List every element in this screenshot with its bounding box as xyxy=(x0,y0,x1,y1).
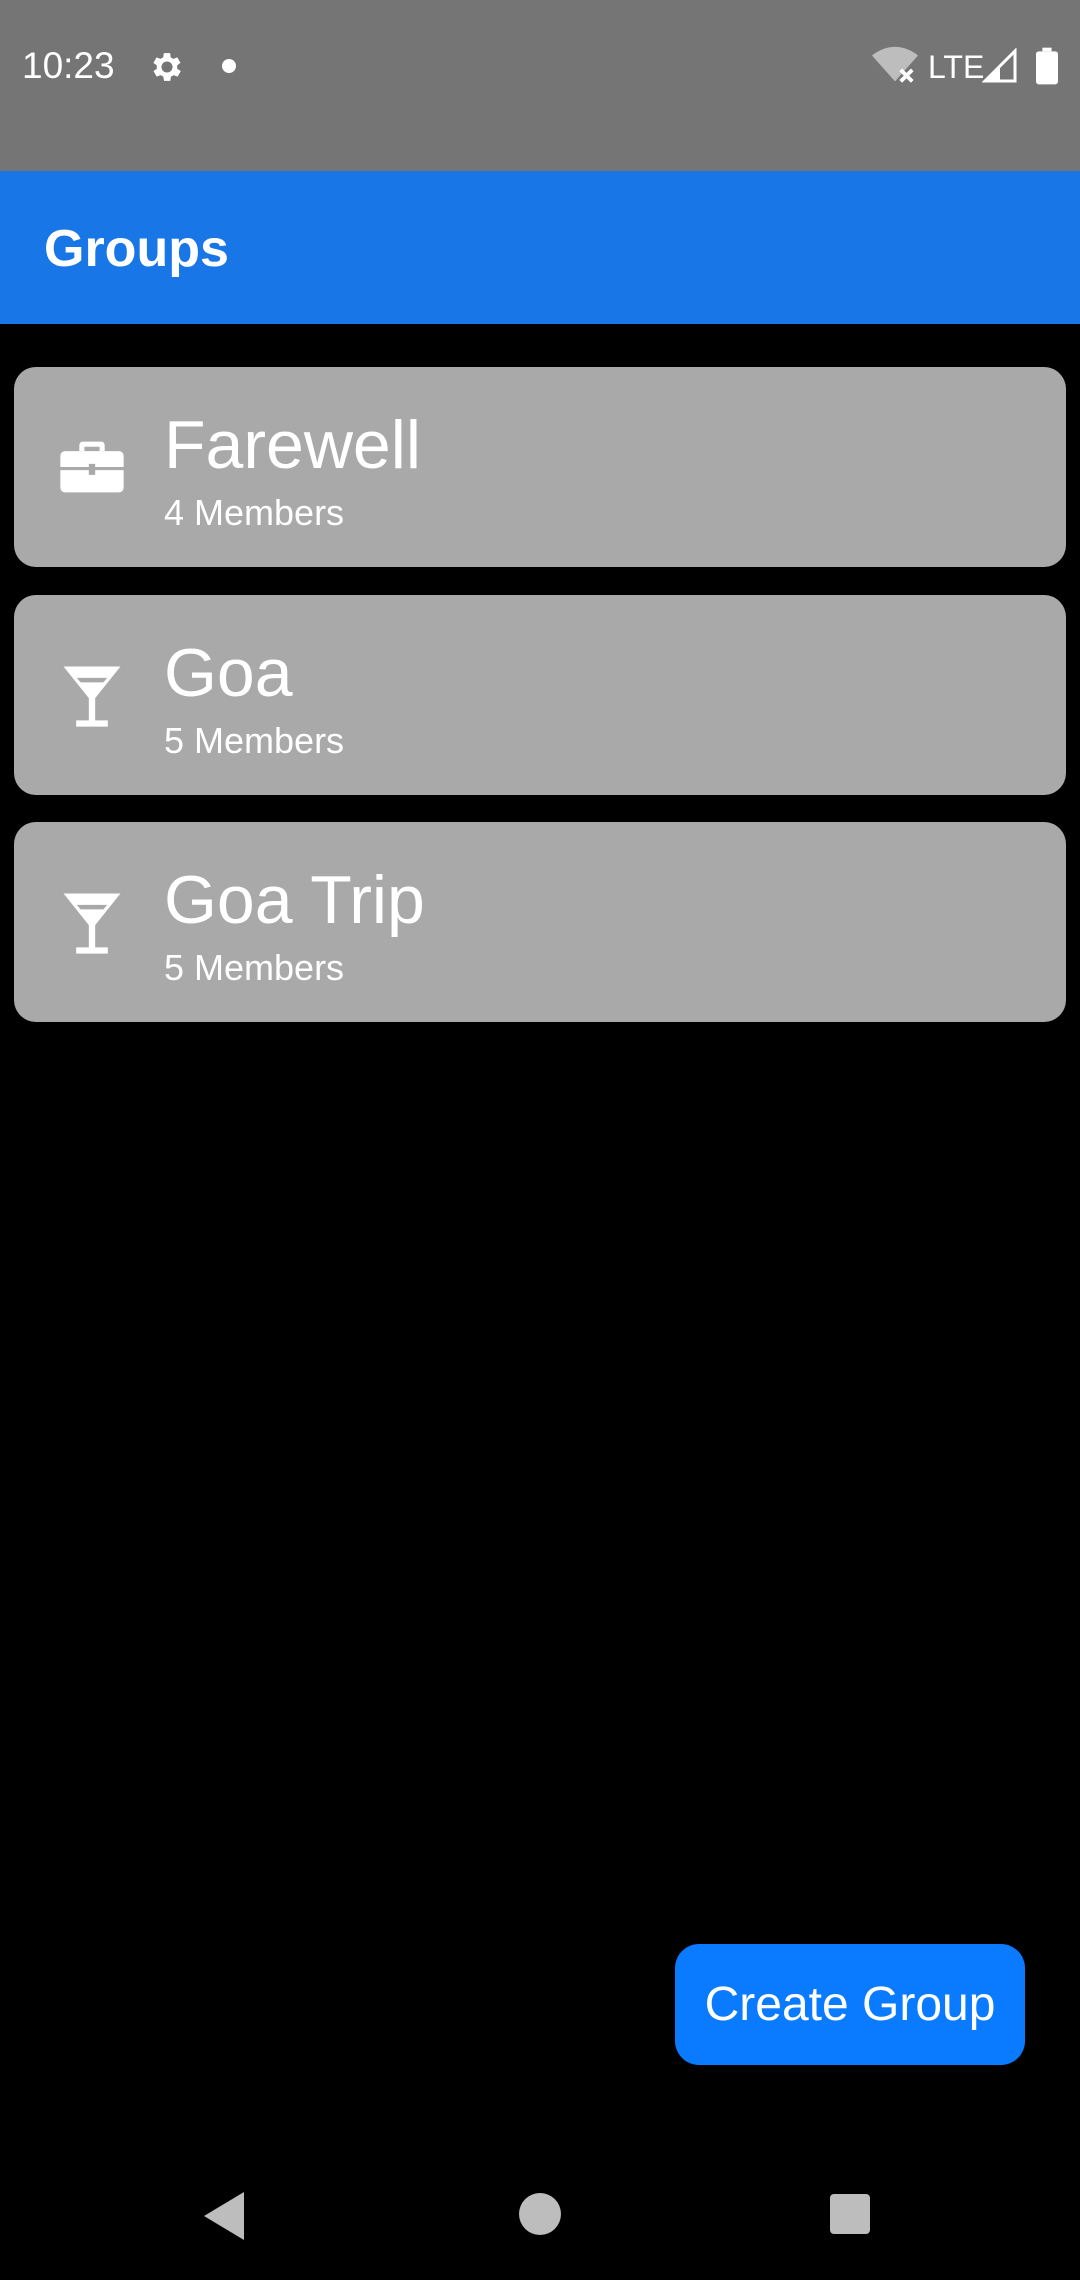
recents-icon[interactable] xyxy=(830,2194,870,2234)
page-title: Groups xyxy=(44,220,229,278)
group-name: Goa xyxy=(164,635,293,711)
back-icon[interactable] xyxy=(200,2190,248,2242)
group-members: 4 Members xyxy=(164,492,345,533)
network-type: LTE xyxy=(928,49,985,85)
battery-icon xyxy=(1036,47,1058,85)
group-name: Goa Trip xyxy=(164,862,425,938)
cocktail-icon xyxy=(63,893,121,954)
status-time: 10:23 xyxy=(22,45,115,86)
navigation-bar xyxy=(0,2150,1080,2280)
create-group-button[interactable]: Create Group xyxy=(675,1944,1025,2065)
screen: 10:23 LTE Groups Farewell 4 Members Goa … xyxy=(0,0,1080,2280)
home-icon[interactable] xyxy=(519,2193,561,2235)
cocktail-icon xyxy=(63,666,121,727)
notification-dot-icon xyxy=(222,59,236,73)
gear-icon xyxy=(153,53,181,81)
status-bar: 10:23 LTE xyxy=(0,0,1080,171)
group-members: 5 Members xyxy=(164,720,345,761)
group-members: 5 Members xyxy=(164,947,345,988)
signal-icon xyxy=(982,48,1017,83)
app-bar: Groups xyxy=(0,171,1080,324)
group-card-goa-trip[interactable]: Goa Trip 5 Members xyxy=(14,822,1066,1022)
group-card-farewell[interactable]: Farewell 4 Members xyxy=(14,367,1066,567)
wifi-off-icon xyxy=(872,46,918,83)
briefcase-icon xyxy=(60,441,124,493)
group-card-goa[interactable]: Goa 5 Members xyxy=(14,595,1066,795)
group-name: Farewell xyxy=(164,407,421,483)
